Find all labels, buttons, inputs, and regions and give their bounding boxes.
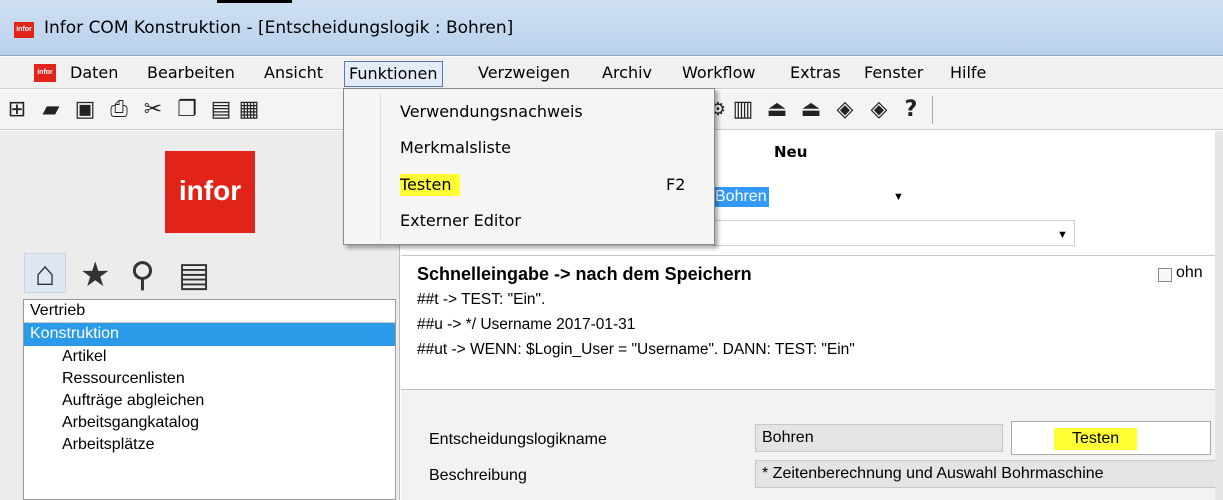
export-icon[interactable]: ⏏: [798, 96, 824, 124]
help-icon[interactable]: ?: [898, 96, 924, 124]
title-bar: infor Infor COM Konstruktion - [Entschei…: [0, 0, 1223, 56]
quick-entry-line: ##ut -> WENN: $Login_User = "Username". …: [417, 341, 855, 358]
nav-item-artikel[interactable]: Artikel: [24, 346, 395, 368]
menu-logo-icon[interactable]: infor: [34, 64, 56, 82]
menu-verzweigen[interactable]: Verzweigen: [474, 63, 574, 85]
menu-funktionen[interactable]: Funktionen: [344, 61, 443, 87]
nav-item-ressourcenlisten[interactable]: Ressourcenlisten: [24, 368, 395, 390]
description-field[interactable]: * Zeitenberechnung und Auswahl Bohrmasch…: [755, 460, 1223, 488]
menu-workflow[interactable]: Workflow: [678, 63, 759, 85]
nav-item-vertrieb[interactable]: Vertrieb: [24, 300, 395, 323]
option-checkbox[interactable]: [1158, 268, 1172, 282]
funktionen-menu: Verwendungsnachweis Merkmalsliste Testen…: [343, 88, 715, 245]
menu-item-testen-shortcut: F2: [666, 175, 686, 194]
nav-item-auftraege-abgleichen[interactable]: Aufträge abgleichen: [24, 390, 395, 412]
infor-logo: infor: [165, 151, 255, 233]
chevron-down-icon[interactable]: ▼: [1057, 229, 1068, 241]
menu-daten[interactable]: Daten: [66, 63, 122, 85]
redaction-bar: [217, 0, 292, 3]
copy-icon[interactable]: ❐: [174, 96, 200, 124]
import-icon[interactable]: ⏏: [764, 96, 790, 124]
quick-entry-line: ##t -> TEST: "Ein".: [417, 291, 546, 308]
search-icon[interactable]: ⚲: [130, 255, 155, 295]
menu-item-externer-editor[interactable]: Externer Editor: [400, 210, 521, 232]
logic-select[interactable]: Bohren ▼: [713, 185, 909, 209]
star-icon[interactable]: ★: [80, 255, 110, 295]
nav-tree: Vertrieb Konstruktion Artikel Ressourcen…: [23, 299, 396, 500]
paste-icon[interactable]: ▤: [208, 96, 234, 124]
name-label: Entscheidungslogikname: [429, 431, 607, 448]
nav-item-konstruktion[interactable]: Konstruktion: [24, 323, 395, 346]
diamond-icon[interactable]: ◈: [832, 96, 858, 124]
app-logo-icon: infor: [14, 22, 34, 38]
chevron-down-icon[interactable]: ▼: [893, 191, 904, 203]
new-icon[interactable]: ⊞: [4, 96, 30, 124]
print-icon[interactable]: ⎙: [106, 96, 132, 124]
menu-hilfe[interactable]: Hilfe: [946, 63, 990, 85]
nav-item-arbeitsplaetze[interactable]: Arbeitsplätze: [24, 434, 395, 456]
menu-archiv[interactable]: Archiv: [598, 63, 656, 85]
menu-item-verwendungsnachweis[interactable]: Verwendungsnachweis: [400, 101, 583, 123]
menu-item-merkmalsliste[interactable]: Merkmalsliste: [400, 137, 511, 159]
clipboard-icon[interactable]: ▦: [236, 96, 262, 124]
zip-icon[interactable]: ◈: [866, 96, 892, 124]
menu-fenster[interactable]: Fenster: [860, 63, 927, 85]
navigation-panel: infor ⌂ ★ ⚲ ▤ Vertrieb Konstruktion Arti…: [0, 131, 400, 500]
open-icon[interactable]: ▰: [38, 96, 64, 124]
test-button-label: Testen: [1054, 428, 1138, 450]
nav-item-arbeitsgangkatalog[interactable]: Arbeitsgangkatalog: [24, 412, 395, 434]
menu-gutter: [380, 93, 381, 241]
detail-form: Entscheidungslogikname Bohren Testen Bes…: [401, 389, 1223, 500]
home-icon[interactable]: ⌂: [24, 253, 66, 293]
quick-entry-title: Schnelleingabe -> nach dem Speichern: [417, 264, 752, 284]
test-button[interactable]: Testen: [1011, 421, 1211, 455]
mode-label: Neu: [774, 143, 808, 161]
quick-entry-line: ##u -> */ Username 2017-01-31: [417, 316, 636, 333]
menu-extras[interactable]: Extras: [786, 63, 845, 85]
description-label: Beschreibung: [429, 467, 527, 484]
barcode-icon[interactable]: ▥: [730, 96, 756, 124]
secondary-select[interactable]: ▼: [713, 220, 1075, 246]
menu-ansicht[interactable]: Ansicht: [260, 63, 327, 85]
logic-select-value: Bohren: [713, 187, 769, 207]
name-field[interactable]: Bohren: [755, 424, 1003, 452]
cut-icon[interactable]: ✂: [140, 96, 166, 124]
save-icon[interactable]: ▣: [72, 96, 98, 124]
menu-item-testen[interactable]: Testen: [400, 174, 460, 196]
toolbar-separator: [932, 96, 933, 124]
window-title: Infor COM Konstruktion - [Entscheidungsl…: [44, 18, 514, 38]
quick-entry-panel: Schnelleingabe -> nach dem Speichern ##t…: [401, 255, 1223, 382]
menu-bearbeiten[interactable]: Bearbeiten: [143, 63, 239, 85]
scrollbar[interactable]: [1215, 131, 1223, 500]
clipboard-list-icon[interactable]: ▤: [178, 255, 210, 295]
menu-bar: infor Daten Bearbeiten Ansicht Funktione…: [0, 57, 1223, 89]
option-checkbox-label: ohn: [1176, 264, 1203, 281]
